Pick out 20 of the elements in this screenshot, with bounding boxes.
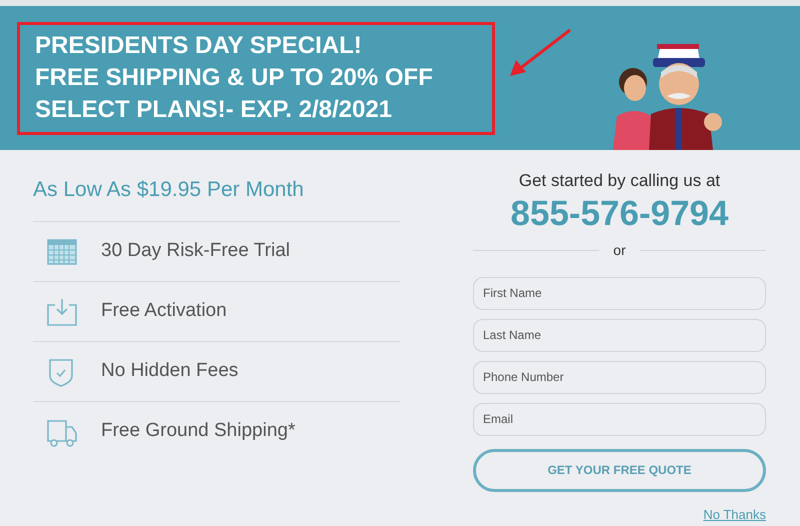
call-prompt: Get started by calling us at: [518, 170, 722, 192]
feature-label: Free Ground Shipping*: [101, 419, 296, 444]
divider-text: or: [613, 240, 626, 260]
headline-line: PRESIDENTS DAY SPECIAL!: [35, 31, 363, 61]
headline-line: SELECT PLANS!- EXP. 2/8/2021: [35, 95, 394, 125]
input-field[interactable]: Phone Number: [473, 360, 766, 394]
no-thanks-link[interactable]: No Thanks: [703, 504, 766, 524]
get-quote-button[interactable]: GET YOUR FREE QUOTE: [473, 448, 766, 492]
download-tray-icon: [46, 296, 78, 326]
calendar-icon: [46, 236, 78, 266]
headline-line: FREE SHIPPING & UP TO 20% OFF: [35, 63, 434, 93]
price-heading: As Low As $19.95 Per Month: [33, 177, 305, 203]
phone-number[interactable]: 855-576-9794: [473, 194, 766, 234]
input-field[interactable]: Email: [473, 402, 766, 436]
arrow-icon: [510, 28, 571, 76]
input-field[interactable]: Last Name: [473, 318, 766, 352]
feature-label: No Hidden Fees: [101, 359, 238, 384]
feature-label: Free Activation: [101, 299, 227, 324]
input-field[interactable]: First Name: [473, 276, 766, 310]
feature-label: 30 Day Risk-Free Trial: [101, 239, 290, 264]
